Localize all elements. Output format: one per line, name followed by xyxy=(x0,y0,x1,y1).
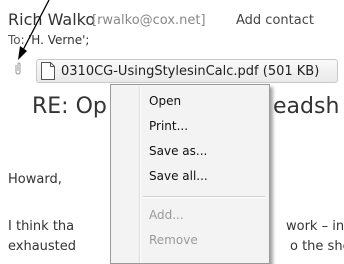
annotation-arrow-icon xyxy=(0,0,344,264)
